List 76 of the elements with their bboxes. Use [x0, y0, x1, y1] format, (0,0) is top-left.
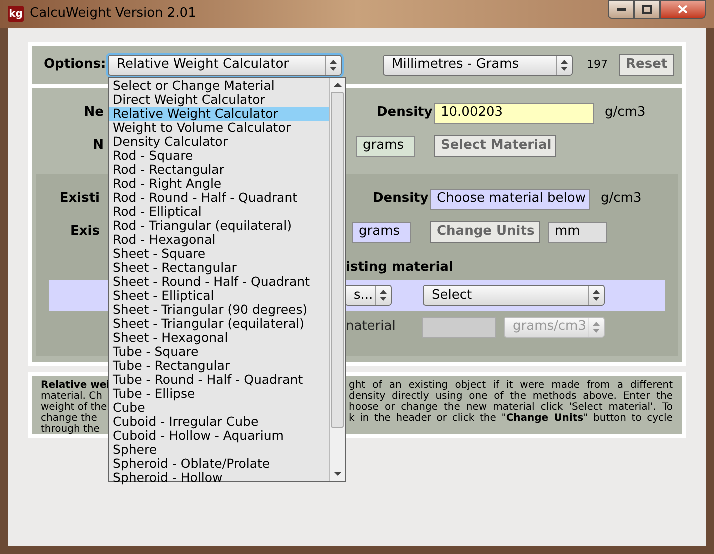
scrollbar-thumb[interactable] — [331, 92, 344, 428]
section-heading: isting material — [346, 260, 454, 276]
maximize-button[interactable] — [634, 0, 660, 19]
scrollbar[interactable] — [329, 78, 345, 481]
dropdown-option[interactable]: Sheet - Square — [109, 247, 329, 261]
dropdown-option[interactable]: Weight to Volume Calculator — [109, 121, 329, 135]
field-label: naterial — [346, 318, 397, 336]
unit-label: g/cm3 — [601, 190, 642, 208]
density-field[interactable]: Choose material below — [430, 188, 590, 210]
options-label: Options: — [44, 56, 108, 74]
dropdown-option[interactable]: Sheet - Round - Half - Quadrant — [109, 275, 329, 289]
dropdown-option[interactable]: Spheroid - Hollow — [109, 471, 329, 485]
unit-box: mm — [548, 222, 607, 242]
dropdown-option[interactable]: Sheet - Triangular (90 degrees) — [109, 303, 329, 317]
close-button[interactable] — [660, 0, 706, 19]
dropdown-option[interactable]: Select or Change Material — [109, 79, 329, 93]
description-text: hoose or change the new material click 'Select material'. To — [349, 402, 673, 413]
select-dropdown[interactable]: Millimetres - Grams — [383, 54, 573, 76]
field-label: Exis — [70, 223, 100, 242]
select-dropdown[interactable]: Relative Weight Calculator — [108, 54, 342, 76]
dropdown-option[interactable]: Tube - Square — [109, 345, 329, 359]
dropdown-option[interactable]: Cuboid - Irregular Cube — [109, 415, 329, 429]
dropdown-option[interactable]: Rod - Elliptical — [109, 205, 329, 219]
dropdown-option[interactable]: Tube - Round - Half - Quadrant — [109, 373, 329, 387]
density-label: Density — [373, 190, 430, 208]
density-label: Density — [377, 104, 434, 122]
spinner-arrows-icon — [593, 290, 600, 301]
count-text: 197 — [587, 56, 608, 73]
dropdown-option[interactable]: Direct Weight Calculator — [109, 93, 329, 107]
description-text: density directly using one of the methods above. Enter the — [349, 391, 673, 402]
dropdown-option[interactable]: Sheet - Rectangular — [109, 261, 329, 275]
field-label: Ne — [83, 104, 104, 122]
dropdown-option[interactable]: Rod - Square — [109, 149, 329, 163]
dropdown-option[interactable]: Rod - Rectangular — [109, 163, 329, 177]
spinner-arrows-icon — [561, 60, 568, 70]
button[interactable]: Change Units — [430, 221, 540, 243]
dropdown-option[interactable]: Cube — [109, 401, 329, 415]
minimize-button[interactable] — [608, 0, 634, 19]
dropdown-option[interactable]: Rod - Round - Half - Quadrant — [109, 191, 329, 205]
unit-box: grams — [356, 136, 415, 156]
spinner-arrows-icon — [330, 60, 337, 70]
spinner-arrows-icon — [380, 290, 387, 301]
spinner-arrows-icon — [593, 322, 600, 332]
window-title: CalcuWeight Version 2.01 — [30, 5, 196, 24]
field-label: N — [92, 137, 104, 156]
dropdown-option[interactable]: Sheet - Triangular (equilateral) — [109, 317, 329, 331]
maximize-icon — [642, 5, 652, 14]
description-text: k in the header or click the "Change Units" button to cycle — [349, 413, 673, 424]
description-text: change the — [41, 413, 98, 424]
dropdown-option[interactable]: Relative Weight Calculator — [109, 107, 329, 121]
dropdown-option[interactable]: Tube - Ellipse — [109, 387, 329, 401]
dropdown-option[interactable]: Density Calculator — [109, 135, 329, 149]
dropdown-option[interactable]: Sheet - Hexagonal — [109, 331, 329, 345]
minimize-icon — [616, 8, 626, 11]
app-icon: kg — [8, 6, 24, 22]
dropdown-option[interactable]: Tube - Rectangular — [109, 359, 329, 373]
dropdown-option[interactable]: Rod - Hexagonal — [109, 233, 329, 247]
dropdown-option[interactable]: Sheet - Elliptical — [109, 289, 329, 303]
dropdown-option[interactable]: Spheroid - Oblate/Prolate — [109, 457, 329, 471]
unit-label: g/cm3 — [605, 104, 646, 122]
field-label: Existi — [58, 190, 100, 208]
unit-box: grams — [352, 222, 411, 242]
close-icon — [678, 5, 688, 14]
dropdown-option[interactable]: Rod - Right Angle — [109, 177, 329, 191]
density-field[interactable]: 10.00203 — [434, 102, 594, 124]
description-text: material. Ch — [41, 391, 104, 402]
dropdown-option[interactable]: Sphere — [109, 443, 329, 457]
button[interactable]: Select Material — [434, 135, 556, 157]
button[interactable]: Reset — [619, 54, 674, 76]
dropdown-option[interactable]: Cuboid - Hollow - Aquarium — [109, 429, 329, 443]
select-dropdown[interactable]: Select — [423, 285, 605, 306]
description-text: weight of the — [41, 402, 107, 413]
dropdown-option[interactable]: Rod - Triangular (equilateral) — [109, 219, 329, 233]
select-dropdown[interactable]: s... — [345, 285, 392, 306]
description-text: ght of an existing object if it were made from a different — [349, 380, 673, 391]
description-text: through the — [41, 424, 101, 435]
